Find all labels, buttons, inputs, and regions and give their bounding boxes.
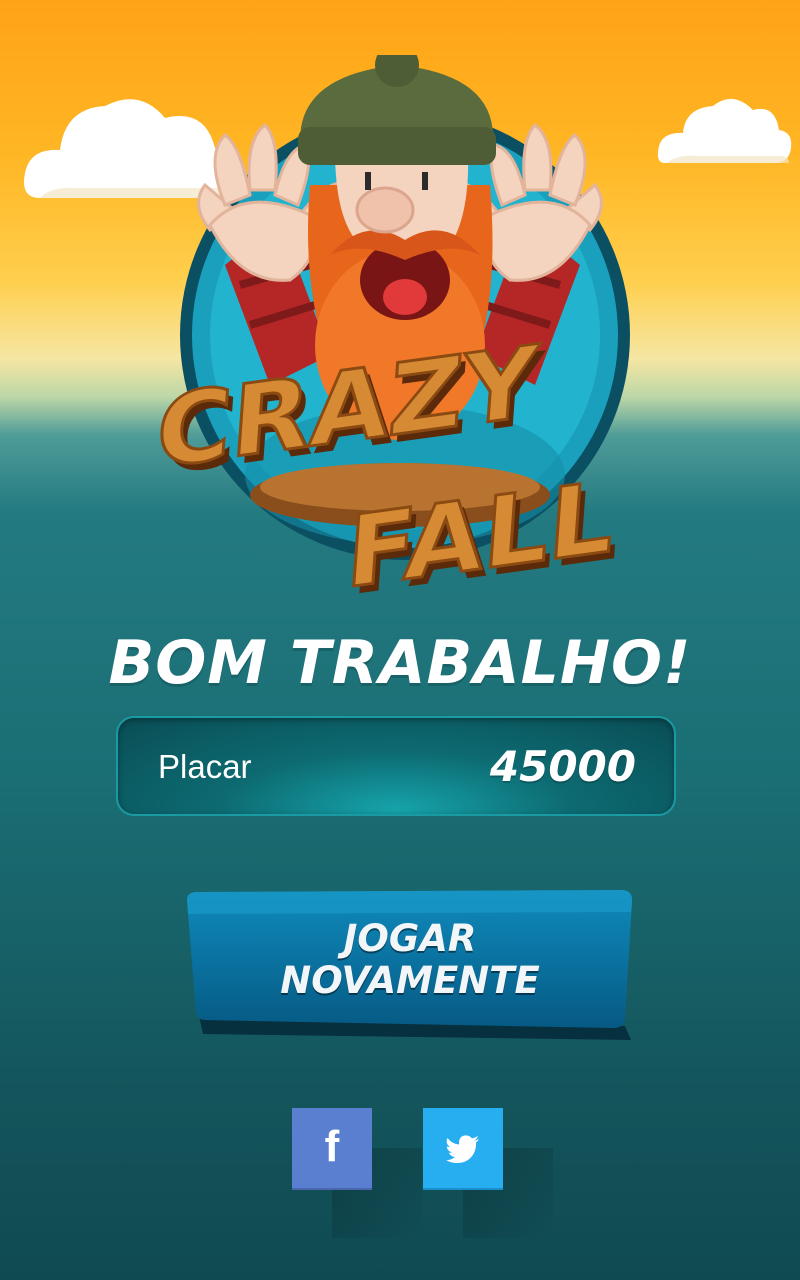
play-again-line1: JOGAR xyxy=(343,917,477,960)
play-again-button[interactable]: JOGAR NOVAMENTE xyxy=(185,888,635,1048)
game-logo: CRAZY CRAZY FALL FALL xyxy=(150,43,650,618)
score-panel: Placar 45000 xyxy=(116,716,676,816)
twitter-share-button[interactable] xyxy=(423,1108,553,1238)
facebook-icon: f xyxy=(324,1122,340,1171)
score-value: 45000 xyxy=(489,742,636,791)
twitter-icon xyxy=(446,1135,479,1163)
result-title: BOM TRABALHO! xyxy=(108,628,692,698)
play-again-line2: NOVAMENTE xyxy=(280,959,540,1002)
score-label: Placar xyxy=(158,748,252,785)
facebook-share-button[interactable]: f xyxy=(292,1108,422,1238)
cloud-right xyxy=(657,98,792,163)
